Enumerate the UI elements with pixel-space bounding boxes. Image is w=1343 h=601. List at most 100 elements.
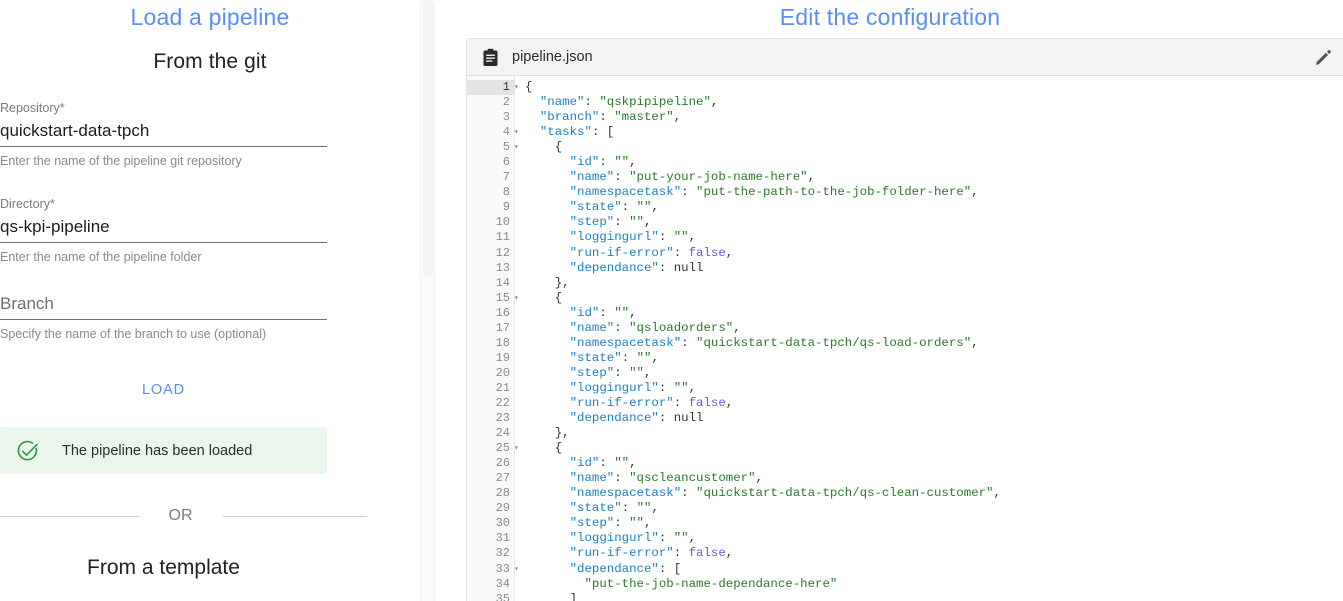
line-number: 28 <box>495 486 510 501</box>
code-line: "state": "", <box>569 350 659 365</box>
code-line: "name": "put-your-job-name-here", <box>569 170 816 185</box>
left-panel-scrollbar[interactable] <box>420 0 435 601</box>
line-number: 26 <box>495 456 510 471</box>
line-number: 21 <box>495 380 510 395</box>
check-circle-icon <box>16 439 40 463</box>
line-number: 9 <box>502 200 510 215</box>
code-line: "name": "qsloadorders", <box>569 320 741 335</box>
code-line: "namespacetask": "quickstart-data-tpch/q… <box>569 335 979 350</box>
line-number: 24 <box>495 426 510 441</box>
line-number: 19 <box>495 350 510 365</box>
code-line: "run-if-error": false, <box>569 395 734 410</box>
directory-hint: Enter the name of the pipeline folder <box>0 250 202 264</box>
directory-field-group: Directory* Enter the name of the pipelin… <box>0 197 327 265</box>
directory-required-marker: * <box>50 197 55 211</box>
line-number: 32 <box>495 546 510 561</box>
line-number: 27 <box>495 471 510 486</box>
code-line: "loggingurl": "", <box>569 531 697 546</box>
json-code-editor[interactable]: 1 ▾ 2 3 4 ▾ 5 ▾ 6 7 8 9 10 11 12 13 14 15 ▾ 16 17 18 19 20 21 22 2… <box>467 76 1343 601</box>
code-line: "namespacetask": "quickstart-data-tpch/q… <box>569 486 1001 501</box>
editor-line-number-gutter: 1 ▾ 2 3 4 ▾ 5 ▾ 6 7 8 9 10 11 12 13 14 15 ▾ 16 17 18 19 20 21 22 2… <box>467 76 519 601</box>
line-number: 14 <box>495 275 510 290</box>
repository-input[interactable] <box>0 120 327 147</box>
editor-file-name: pipeline.json <box>512 49 593 65</box>
line-number: 12 <box>495 245 510 260</box>
left-panel-scrollbar-thumb[interactable] <box>423 0 434 276</box>
line-number: 18 <box>495 335 510 350</box>
code-line: { <box>554 290 563 305</box>
code-line: "dependance": [ <box>569 561 682 576</box>
load-button[interactable]: LOAD <box>128 376 199 404</box>
code-line: "loggingurl": "", <box>569 230 697 245</box>
branch-input[interactable] <box>0 293 327 320</box>
code-line: "state": "", <box>569 200 659 215</box>
from-the-git-heading: From the git <box>153 50 267 73</box>
line-number: 11 <box>495 230 510 245</box>
repository-field-group: Repository* Enter the name of the pipeli… <box>0 101 327 169</box>
code-line: { <box>525 80 533 94</box>
branch-field-group: Specify the name of the branch to use (o… <box>0 293 327 342</box>
code-line: "name": "qskpipipeline", <box>539 95 719 110</box>
code-line: "id": "", <box>569 305 637 320</box>
chevron-down-icon[interactable]: ▾ <box>514 441 523 456</box>
editor-code-content[interactable]: { "name": "qskpipipeline", "branch": "ma… <box>515 76 1343 601</box>
repository-required-marker: * <box>59 101 65 115</box>
edit-configuration-title: Edit the configuration <box>779 4 1001 30</box>
load-button-row: LOAD <box>0 376 327 404</box>
line-number: 1 ▾ <box>467 80 519 96</box>
line-number: 25 ▾ <box>467 441 519 456</box>
pipeline-json-editor-card: pipeline.json 1 ▾ 2 3 4 ▾ 5 ▾ 6 7 8 9 10 11 12 13 14 15 ▾ 1… <box>466 38 1343 601</box>
code-line: "put-the-job-name-dependance-here" <box>584 576 838 591</box>
directory-label: Directory* <box>0 197 327 211</box>
chevron-down-icon[interactable]: ▾ <box>514 125 523 140</box>
pipeline-loaded-message: The pipeline has been loaded <box>62 442 253 459</box>
line-number: 34 <box>495 576 510 591</box>
pipeline-configuration-page: Load a pipeline From the git Repository*… <box>0 0 1343 601</box>
line-number: 29 <box>495 501 510 516</box>
line-number: 4 ▾ <box>467 125 519 140</box>
line-number: 20 <box>495 365 510 380</box>
repository-hint: Enter the name of the pipeline git repos… <box>0 154 242 168</box>
code-line: }, <box>554 426 570 441</box>
chevron-down-icon[interactable]: ▾ <box>514 80 523 95</box>
repository-label-text: Repository <box>0 101 60 115</box>
code-line: "namespacetask": "put-the-path-to-the-jo… <box>569 185 979 200</box>
code-line: "step": "", <box>569 215 652 230</box>
line-number: 3 <box>502 110 510 125</box>
code-line: "state": "", <box>569 501 659 516</box>
load-pipeline-panel: Load a pipeline From the git Repository*… <box>0 0 420 601</box>
code-line: "dependance": null <box>569 260 704 275</box>
line-number: 30 <box>495 516 510 531</box>
line-number: 8 <box>502 185 510 200</box>
code-line: "run-if-error": false, <box>569 546 734 561</box>
line-number: 22 <box>495 395 510 410</box>
line-number: 6 <box>502 155 510 170</box>
code-line: "tasks": [ <box>539 125 615 140</box>
code-line: { <box>554 140 563 155</box>
code-line: "dependance": null <box>569 411 704 426</box>
code-line: "id": "", <box>569 155 637 170</box>
pipeline-loaded-alert: The pipeline has been loaded <box>0 427 327 474</box>
code-line: { <box>554 441 563 456</box>
or-divider-line-left <box>0 515 139 517</box>
line-number: 7 <box>502 170 510 185</box>
code-line: "step": "", <box>569 365 652 380</box>
pencil-edit-icon[interactable] <box>1313 47 1333 67</box>
git-pipeline-form: Repository* Enter the name of the pipeli… <box>0 101 420 580</box>
line-number: 13 <box>495 260 510 275</box>
branch-hint: Specify the name of the branch to use (o… <box>0 327 267 341</box>
repository-label: Repository* <box>0 101 327 115</box>
edit-configuration-panel: Edit the configuration pipeline.json 1 ▾… <box>437 0 1343 601</box>
line-number: 16 <box>495 305 510 320</box>
chevron-down-icon[interactable]: ▾ <box>514 291 523 306</box>
chevron-down-icon[interactable]: ▾ <box>514 562 523 577</box>
from-a-template-heading: From a template <box>87 556 240 579</box>
code-line: "loggingurl": "", <box>569 380 697 395</box>
directory-input[interactable] <box>0 216 327 243</box>
or-divider-label: OR <box>168 507 193 524</box>
or-divider-line-right <box>222 515 367 517</box>
chevron-down-icon[interactable]: ▾ <box>514 140 523 155</box>
code-line: }, <box>554 275 570 290</box>
code-line: "id": "", <box>569 456 637 471</box>
line-number: 10 <box>495 215 510 230</box>
